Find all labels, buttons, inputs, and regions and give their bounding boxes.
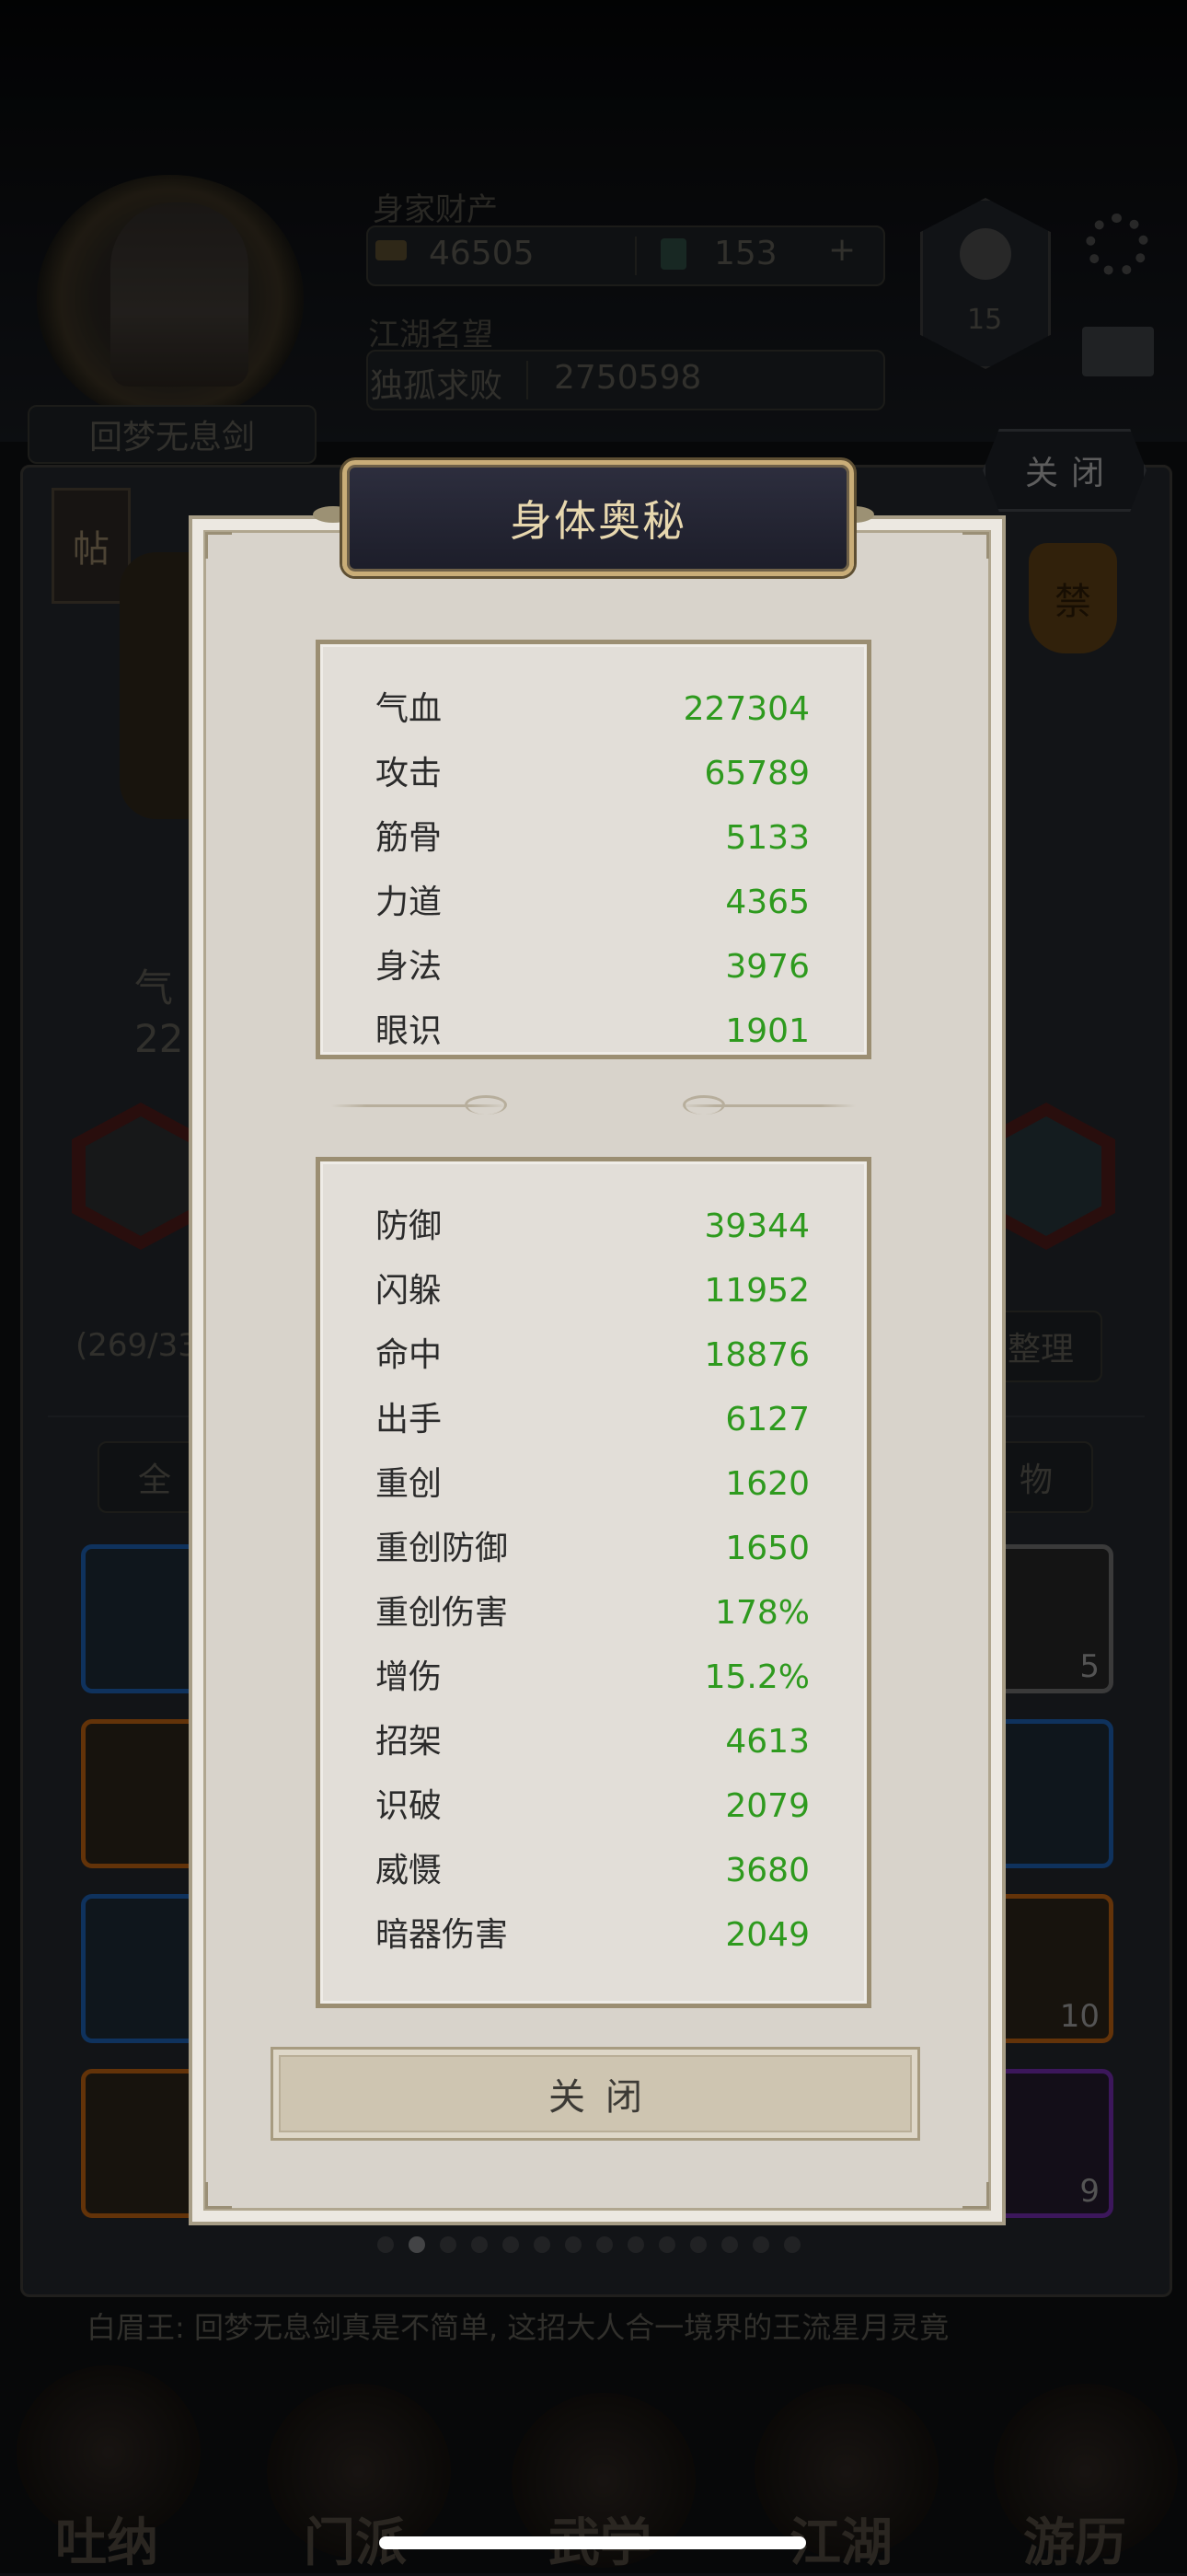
- stat-label: 暗器伤害: [375, 1916, 509, 1954]
- stat-row: 闪躲 11952: [320, 1259, 867, 1323]
- stat-row: 暗器伤害 2049: [320, 1903, 867, 1968]
- stat-value: 15.2%: [704, 1658, 810, 1696]
- stat-row: 筋骨 5133: [320, 806, 867, 871]
- stat-label: 气血: [375, 690, 443, 728]
- stat-value: 18876: [704, 1336, 810, 1374]
- stat-label: 闪躲: [375, 1272, 443, 1310]
- stat-label: 出手: [375, 1401, 443, 1438]
- stat-value: 3976: [725, 948, 810, 986]
- stat-label: 命中: [375, 1336, 443, 1374]
- corner-ornament: [962, 2182, 989, 2209]
- stat-value: 39344: [704, 1207, 810, 1245]
- stat-label: 身法: [375, 948, 443, 986]
- stat-value: 4613: [725, 1723, 810, 1761]
- stat-row: 识破 2079: [320, 1774, 867, 1839]
- stat-value: 178%: [715, 1594, 810, 1632]
- stat-row: 重创 1620: [320, 1452, 867, 1517]
- corner-ornament: [205, 532, 232, 559]
- stat-row: 碎骨概率 3.5%: [320, 1968, 867, 1979]
- divider-swirl: [465, 1095, 507, 1115]
- stat-row: 重创防御 1650: [320, 1517, 867, 1581]
- stat-row: 力道 4365: [320, 871, 867, 935]
- stat-row: 重创伤害 178%: [320, 1581, 867, 1646]
- stat-row: 命中 18876: [320, 1323, 867, 1388]
- stat-value: 11952: [704, 1272, 810, 1310]
- stat-value: 4365: [725, 884, 810, 921]
- home-indicator[interactable]: [379, 2536, 806, 2549]
- stat-label: 招架: [375, 1723, 443, 1761]
- stat-row: 防御 39344: [320, 1195, 867, 1259]
- stat-row: 攻击 65789: [320, 742, 867, 806]
- stat-label: 识破: [375, 1787, 443, 1825]
- modal-title-plate: 身体奥秘: [342, 460, 854, 576]
- primary-stats-panel: 气血 227304 攻击 65789 筋骨 5133 力道 4365 身法 3976 眼识 1901: [316, 640, 871, 1059]
- stat-value: 65789: [704, 755, 810, 792]
- stat-value: 1901: [725, 1012, 810, 1050]
- stat-value: 227304: [683, 690, 810, 728]
- modal-title: 身体奥秘: [510, 496, 686, 546]
- stat-value: 1620: [725, 1465, 810, 1503]
- modal-close-button[interactable]: 关闭: [271, 2047, 920, 2141]
- stat-value: 2079: [725, 1787, 810, 1825]
- stat-row: 出手 6127: [320, 1388, 867, 1452]
- stat-label: 重创伤害: [375, 1594, 509, 1632]
- stat-label: 筋骨: [375, 819, 443, 857]
- corner-ornament: [205, 2182, 232, 2209]
- divider-swirl: [683, 1095, 725, 1115]
- stat-row: 增伤 15.2%: [320, 1646, 867, 1710]
- stat-row: 气血 227304: [320, 677, 867, 742]
- stat-label: 攻击: [375, 755, 443, 792]
- stat-label: 力道: [375, 884, 443, 921]
- stat-label: 重创防御: [375, 1530, 509, 1567]
- stat-value: 2049: [725, 1916, 810, 1954]
- stat-value: 3.5%: [726, 1968, 810, 1979]
- stat-value: 1650: [725, 1530, 810, 1567]
- secondary-stats-panel[interactable]: 防御 39344 闪躲 11952 命中 18876 出手 6127 重创 1620 重创防御 165…: [316, 1157, 871, 2008]
- stat-label: 增伤: [375, 1658, 443, 1696]
- corner-ornament: [962, 532, 989, 559]
- stat-value: 3680: [725, 1852, 810, 1889]
- stat-label: 防御: [375, 1207, 443, 1245]
- stat-value: 6127: [725, 1401, 810, 1438]
- stat-label: 威慑: [375, 1852, 443, 1889]
- stat-row: 身法 3976: [320, 935, 867, 999]
- stat-label: 眼识: [375, 1012, 443, 1050]
- stat-row: 招架 4613: [320, 1710, 867, 1774]
- stat-value: 5133: [725, 819, 810, 857]
- stat-label: 碎骨概率: [375, 1968, 508, 1979]
- stat-row: 眼识 1901: [320, 999, 867, 1055]
- stat-row: 威慑 3680: [320, 1839, 867, 1903]
- stat-label: 重创: [375, 1465, 443, 1503]
